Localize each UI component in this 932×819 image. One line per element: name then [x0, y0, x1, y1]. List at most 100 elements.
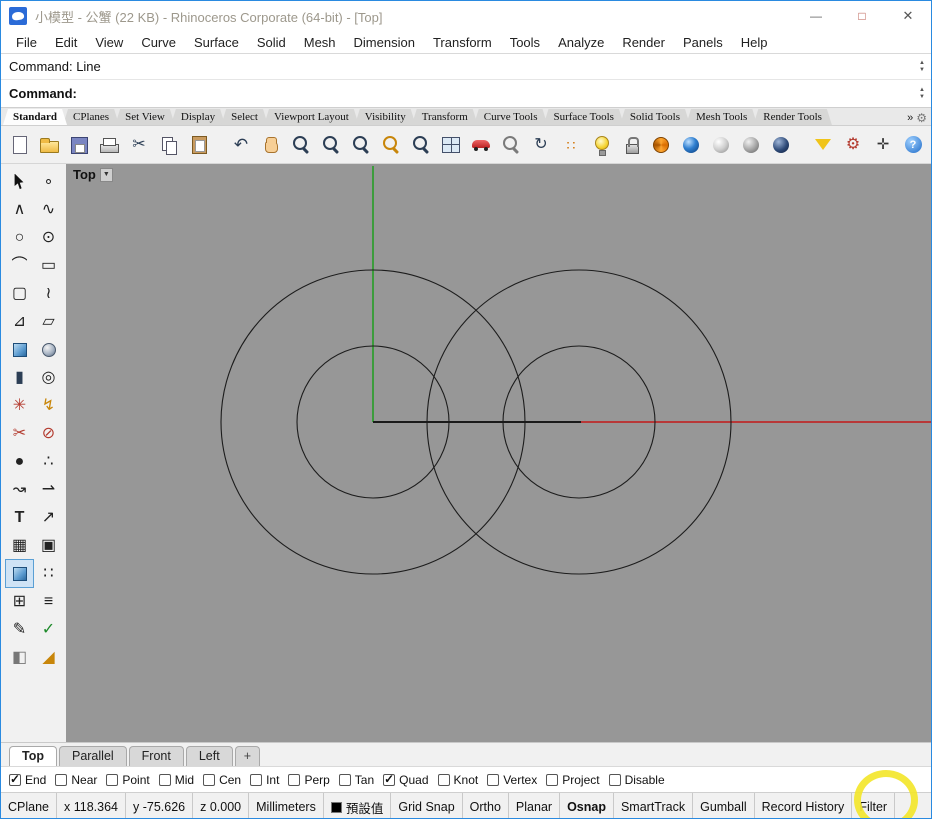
curve-tool-icon[interactable]: ∿	[35, 196, 62, 223]
zoom-selected-icon[interactable]	[378, 132, 404, 158]
mid-checkbox[interactable]	[158, 773, 171, 786]
menu-curve[interactable]: Curve	[132, 33, 185, 52]
boolean-tool-icon[interactable]: ●	[6, 448, 33, 475]
block-tool-icon[interactable]: ▣	[35, 532, 62, 559]
units-button[interactable]: Millimeters	[249, 793, 324, 818]
torus-tool-icon[interactable]: ◎	[35, 364, 62, 391]
tab-mesh-tools[interactable]: Mesh Tools	[686, 109, 757, 125]
point-tool-icon[interactable]: ∘	[35, 168, 62, 195]
filter-funnel-icon[interactable]	[810, 132, 836, 158]
osnap-tan[interactable]: Tan	[338, 773, 374, 787]
sphere-mid-icon[interactable]	[738, 132, 764, 158]
smarttrack-toggle[interactable]: SmartTrack	[614, 793, 694, 818]
tab-cplanes[interactable]: CPlanes	[63, 109, 119, 125]
circle-center-tool-icon[interactable]: ⊙	[35, 224, 62, 251]
menu-edit[interactable]: Edit	[46, 33, 86, 52]
fillet-tool-icon[interactable]: ↯	[35, 392, 62, 419]
menu-tools[interactable]: Tools	[501, 33, 549, 52]
near-checkbox[interactable]	[55, 773, 68, 786]
menu-help[interactable]: Help	[732, 33, 777, 52]
osnap-project[interactable]: Project	[546, 773, 600, 787]
osnap-perp[interactable]: Perp	[288, 773, 330, 787]
text-tool-icon[interactable]: T	[6, 504, 33, 531]
paste-icon[interactable]	[186, 132, 212, 158]
wedge-tool-icon[interactable]: ◢	[35, 644, 62, 671]
menu-dimension[interactable]: Dimension	[345, 33, 424, 52]
zoom-dynamic-icon[interactable]	[318, 132, 344, 158]
grid-snap-toggle[interactable]: Grid Snap	[391, 793, 463, 818]
scroll-down-icon[interactable]: ▼	[919, 67, 925, 74]
viewport-title-text[interactable]: Top	[73, 167, 96, 182]
open-file-icon[interactable]	[36, 132, 62, 158]
polyline-tool-icon[interactable]: ∧	[6, 196, 33, 223]
rotate-view-icon[interactable]: ↻	[528, 132, 554, 158]
tab-display[interactable]: Display	[171, 109, 225, 125]
array-tool-icon[interactable]: ∷	[35, 560, 62, 587]
check-tool-icon[interactable]: ✓	[35, 616, 62, 643]
lamp-icon[interactable]	[588, 132, 614, 158]
menu-mesh[interactable]: Mesh	[295, 33, 345, 52]
cylinder-tool-icon[interactable]: ▮	[6, 364, 33, 391]
tab-transform[interactable]: Transform	[412, 109, 478, 125]
command-prompt-spinner[interactable]: ▲ ▼	[915, 80, 929, 107]
perp-checkbox[interactable]	[288, 773, 301, 786]
hatch-tool-icon[interactable]: ▦	[6, 532, 33, 559]
scroll-up-icon[interactable]: ▲	[919, 60, 925, 67]
tab-gear-icon[interactable]: ⚙	[916, 111, 927, 125]
osnap-int[interactable]: Int	[250, 773, 279, 787]
project-checkbox[interactable]	[546, 773, 559, 786]
viewport-tab-add-button[interactable]: +	[234, 746, 261, 766]
extrude-tool-icon[interactable]: ⊿	[6, 308, 33, 335]
circle-tool-icon[interactable]: ○	[6, 224, 33, 251]
tab-surface-tools[interactable]: Surface Tools	[543, 109, 623, 125]
command-prompt-line[interactable]: Command: ▲ ▼	[1, 80, 931, 107]
sphere-dark-icon[interactable]	[768, 132, 794, 158]
viewport-title[interactable]: Top ▼	[73, 167, 113, 182]
options-gears-icon[interactable]: ⚙	[840, 132, 866, 158]
save-file-icon[interactable]	[66, 132, 92, 158]
planar-toggle[interactable]: Planar	[509, 793, 561, 818]
spin-up-icon[interactable]: ▲	[919, 87, 925, 94]
osnap-cen[interactable]: Cen	[203, 773, 241, 787]
osnap-toggle[interactable]: Osnap	[560, 793, 614, 818]
spin-down-icon[interactable]: ▼	[919, 94, 925, 101]
menu-view[interactable]: View	[86, 33, 132, 52]
osnap-points-icon[interactable]: ∷	[558, 132, 584, 158]
point-cloud-tool-icon[interactable]: ∴	[35, 448, 62, 475]
command-history-scrollbar[interactable]: ▲ ▼	[915, 54, 929, 79]
osnap-near[interactable]: Near	[55, 773, 97, 787]
tab-set-view[interactable]: Set View	[115, 109, 175, 125]
freeform-curve-tool-icon[interactable]: ≀	[35, 280, 62, 307]
tan-checkbox[interactable]	[338, 773, 351, 786]
zoom-extents-icon[interactable]	[288, 132, 314, 158]
osnap-vertex[interactable]: Vertex	[487, 773, 537, 787]
display-mode-icon[interactable]	[498, 132, 524, 158]
point-checkbox[interactable]	[106, 773, 119, 786]
viewport-title-dropdown-icon[interactable]: ▼	[99, 167, 113, 182]
rectangle-tool-icon[interactable]: ▭	[35, 252, 62, 279]
viewport-tab-front[interactable]: Front	[128, 746, 184, 766]
tab-standard[interactable]: Standard	[3, 109, 67, 125]
zoom-window-icon[interactable]	[348, 132, 374, 158]
tab-overflow-chevron[interactable]: »	[907, 112, 913, 124]
tab-visibility[interactable]: Visibility	[355, 109, 416, 125]
minimize-button[interactable]: —	[793, 1, 839, 31]
split-tool-icon[interactable]: ⊘	[35, 420, 62, 447]
help-icon[interactable]: ?	[900, 132, 926, 158]
menu-panels[interactable]: Panels	[674, 33, 732, 52]
named-views-icon[interactable]	[468, 132, 494, 158]
blend-curve-tool-icon[interactable]: ↝	[6, 476, 33, 503]
four-viewports-icon[interactable]	[438, 132, 464, 158]
osnap-knot[interactable]: Knot	[437, 773, 478, 787]
int-checkbox[interactable]	[250, 773, 263, 786]
grid-tool-icon[interactable]: ⊞	[6, 588, 33, 615]
osnap-point[interactable]: Point	[106, 773, 150, 787]
zoom-back-icon[interactable]	[408, 132, 434, 158]
surface-tool-icon[interactable]: ▱	[35, 308, 62, 335]
gumball-toggle[interactable]: Gumball	[693, 793, 755, 818]
command-prompt-text[interactable]: Command:	[1, 86, 77, 101]
ortho-toggle[interactable]: Ortho	[463, 793, 509, 818]
active-box-tool-icon[interactable]	[5, 559, 34, 588]
box-tool-icon[interactable]	[6, 336, 33, 363]
copy-icon[interactable]	[156, 132, 182, 158]
